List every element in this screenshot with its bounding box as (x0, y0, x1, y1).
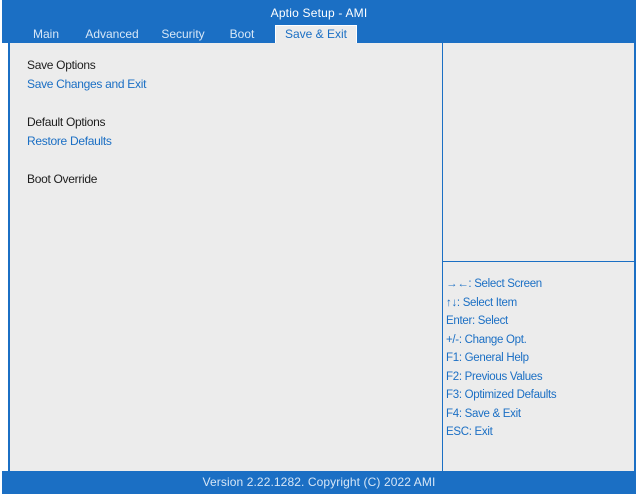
menu-pane: Save Options Save Changes and Exit Defau… (10, 43, 443, 471)
key-legend-optimized-defaults: F3: Optimized Defaults (446, 389, 557, 401)
key-legend-general-help: F1: General Help (446, 352, 529, 364)
default-options-heading: Default Options (27, 115, 106, 129)
key-legend: →←: Select Screen ↑↓: Select Item Enter:… (446, 275, 557, 442)
tab-main[interactable]: Main (21, 26, 71, 43)
header-bar: Aptio Setup - AMI Main Advanced Security… (2, 0, 636, 43)
app-title: Aptio Setup - AMI (270, 6, 368, 20)
key-legend-previous-values: F2: Previous Values (446, 370, 543, 383)
key-legend-enter: Enter: Select (446, 315, 508, 327)
tab-bar: Main Advanced Security Boot Save & Exit (2, 25, 636, 43)
restore-defaults-item[interactable]: Restore Defaults (27, 134, 112, 148)
key-legend-esc-exit: ESC: Exit (446, 426, 493, 438)
key-legend-select-item: ↑↓: Select Item (446, 296, 517, 309)
key-legend-select-screen: →←: Select Screen (446, 278, 542, 290)
tab-advanced[interactable]: Advanced (78, 26, 146, 43)
tab-save-exit[interactable]: Save & Exit (275, 25, 357, 43)
tab-security[interactable]: Security (153, 26, 213, 43)
save-changes-and-exit-item[interactable]: Save Changes and Exit (27, 77, 146, 91)
item-help-area (443, 43, 634, 262)
help-pane: →←: Select Screen ↑↓: Select Item Enter:… (443, 43, 634, 471)
save-options-heading: Save Options (27, 58, 96, 72)
main-frame: Save Options Save Changes and Exit Defau… (8, 43, 636, 471)
bios-setup-screen: Aptio Setup - AMI Main Advanced Security… (0, 0, 638, 494)
key-legend-save-exit: F4: Save & Exit (446, 407, 521, 420)
key-legend-change-opt: +/-: Change Opt. (446, 333, 527, 346)
footer-version: Version 2.22.1282. Copyright (C) 2022 AM… (2, 471, 636, 494)
tab-boot[interactable]: Boot (222, 26, 262, 43)
boot-override-heading: Boot Override (27, 172, 98, 186)
